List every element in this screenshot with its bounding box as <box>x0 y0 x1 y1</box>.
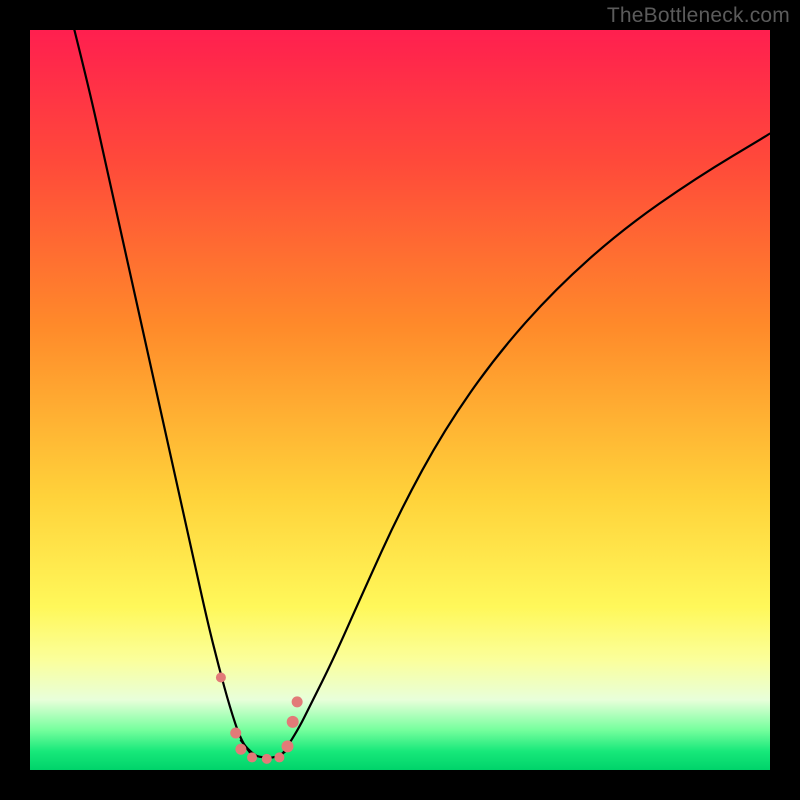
marker-point <box>247 752 257 762</box>
marker-point <box>282 740 294 752</box>
watermark-text: TheBottleneck.com <box>607 4 790 28</box>
gradient-background <box>30 30 770 770</box>
marker-point <box>274 752 284 762</box>
marker-point <box>287 716 299 728</box>
chart-svg <box>30 30 770 770</box>
chart-plot-area <box>30 30 770 770</box>
marker-point <box>235 744 246 755</box>
marker-point <box>262 754 272 764</box>
outer-frame: TheBottleneck.com <box>0 0 800 800</box>
marker-point <box>292 696 303 707</box>
marker-point <box>230 728 241 739</box>
marker-point <box>216 673 226 683</box>
